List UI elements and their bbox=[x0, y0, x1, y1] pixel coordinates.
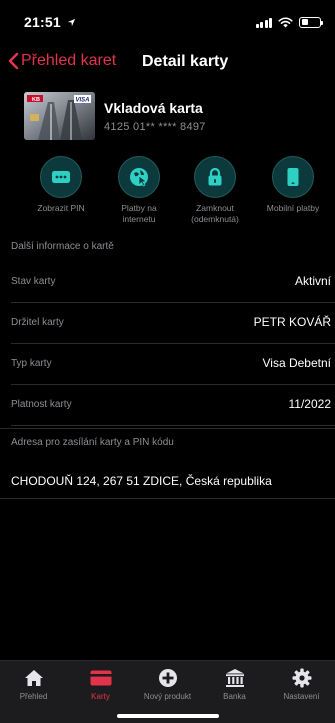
internet-payments-button[interactable]: Platby na internetu bbox=[97, 156, 181, 224]
info-label: Platnost karty bbox=[11, 399, 72, 410]
status-right bbox=[255, 16, 323, 28]
back-button[interactable]: Přehled karet bbox=[8, 52, 116, 70]
tab-cards[interactable]: Karty bbox=[67, 667, 134, 701]
section-divider bbox=[0, 428, 335, 429]
card-number: 4125 01** **** 8497 bbox=[104, 121, 206, 133]
tab-new-product[interactable]: Nový produkt bbox=[134, 667, 201, 701]
card-icon bbox=[90, 670, 111, 686]
battery-icon bbox=[299, 16, 323, 28]
tab-label: Karty bbox=[91, 692, 110, 701]
card-artwork: KB VISA bbox=[24, 92, 95, 140]
cellular-signal-icon bbox=[255, 17, 272, 28]
pin-dots-icon bbox=[52, 171, 70, 183]
address-value: CHODOUŇ 124, 267 51 ZDICE, Česká republi… bbox=[11, 474, 272, 488]
tab-bank[interactable]: Banka bbox=[201, 667, 268, 701]
info-row-expiry: Platnost karty 11/2022 bbox=[11, 385, 335, 426]
card-image: KB VISA bbox=[24, 92, 95, 140]
internet-payments-circle bbox=[118, 156, 160, 198]
show-pin-button[interactable]: Zobrazit PIN bbox=[19, 156, 103, 214]
page-title: Detail karty bbox=[142, 53, 229, 70]
status-time-text: 21:51 bbox=[24, 14, 61, 30]
lock-card-circle bbox=[194, 156, 236, 198]
card-summary: KB VISA Vkladová karta 4125 01** **** 84… bbox=[24, 92, 324, 140]
mobile-payments-label: Mobilní platby bbox=[266, 203, 320, 213]
address-divider bbox=[0, 498, 335, 499]
status-time: 21:51 bbox=[24, 14, 76, 30]
show-pin-circle bbox=[40, 156, 82, 198]
tab-label: Nový produkt bbox=[143, 692, 192, 701]
lock-card-label: Zamknout (odemknutá) bbox=[191, 203, 239, 224]
location-arrow-icon bbox=[67, 18, 76, 27]
internet-payments-label: Platby na internetu bbox=[121, 203, 157, 224]
home-indicator bbox=[117, 714, 219, 718]
plus-circle-icon bbox=[158, 669, 177, 687]
info-label: Typ karty bbox=[11, 358, 52, 369]
tab-label: Banka bbox=[223, 692, 246, 701]
show-pin-label: Zobrazit PIN bbox=[37, 203, 85, 213]
status-bar: 21:51 bbox=[0, 0, 335, 44]
tab-overview[interactable]: Přehled bbox=[0, 667, 67, 701]
card-name: Vkladová karta bbox=[104, 100, 203, 116]
gear-icon bbox=[292, 668, 311, 688]
card-bank-logo: KB bbox=[32, 97, 40, 103]
info-label: Držitel karty bbox=[11, 317, 64, 328]
card-visa-logo: VISA bbox=[76, 98, 90, 104]
tab-label: Nastavení bbox=[283, 692, 320, 701]
tab-label: Přehled bbox=[19, 692, 48, 701]
lock-card-button[interactable]: Zamknout (odemknutá) bbox=[173, 156, 257, 224]
wifi-icon bbox=[278, 16, 293, 28]
nav-bar: Přehled karet Detail karty bbox=[0, 48, 335, 78]
home-icon bbox=[24, 670, 43, 686]
tab-settings[interactable]: Nastavení bbox=[268, 667, 335, 701]
info-value: 11/2022 bbox=[288, 397, 332, 411]
info-label: Stav karty bbox=[11, 276, 56, 287]
info-value: Aktivní bbox=[294, 274, 331, 288]
chevron-left-icon bbox=[8, 52, 19, 70]
section-title: Další informace o kartě bbox=[11, 241, 114, 252]
phone-icon bbox=[287, 168, 299, 186]
mobile-payments-button[interactable]: Mobilní platby bbox=[251, 156, 335, 214]
info-value: Visa Debetní bbox=[262, 356, 332, 370]
address-label: Adresa pro zasílání karty a PIN kódu bbox=[11, 437, 174, 448]
back-button-label: Přehled karet bbox=[21, 52, 117, 69]
lock-icon bbox=[208, 167, 222, 186]
info-value: PETR KOVÁŘ bbox=[253, 315, 331, 329]
card-actions: Zobrazit PIN Platby na internetu Zamknou… bbox=[0, 156, 335, 226]
battery-fill bbox=[301, 19, 309, 25]
info-row-type: Typ karty Visa Debetní bbox=[11, 344, 335, 385]
info-row-status: Stav karty Aktivní bbox=[11, 262, 335, 303]
bank-icon bbox=[225, 669, 244, 687]
globe-cursor-icon bbox=[130, 168, 148, 187]
mobile-payments-circle bbox=[272, 156, 314, 198]
info-row-holder: Držitel karty PETR KOVÁŘ bbox=[11, 303, 335, 344]
